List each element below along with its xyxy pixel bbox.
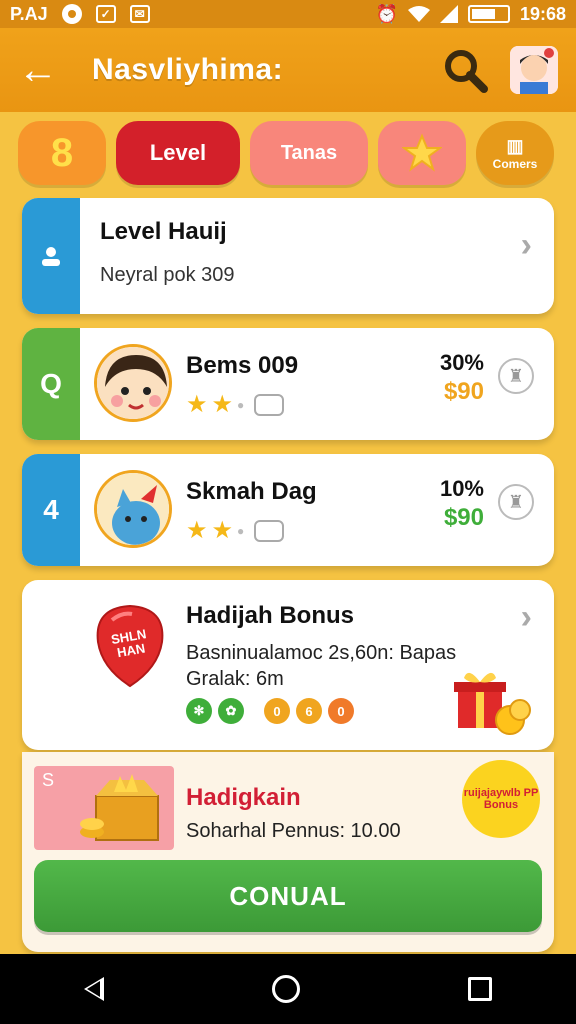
promo-thumbnail-label: S [42,770,55,790]
player-name: Skmah Dag [186,478,317,505]
chevron-right-icon: › [520,598,532,636]
player-avatar [94,470,172,548]
dot-icon: ● [237,397,245,412]
system-nav-bar [0,954,576,1024]
status-time-right: 19:68 [519,3,566,24]
star-icon: ★ [211,391,234,418]
player-card[interactable]: 4 Skmah Dag ★ ★ ● 10% $90 ♜ [22,454,554,566]
card-icon [254,393,285,416]
bonus-badges: ✻ ✿ 0 6 0 [186,698,354,724]
user-avatar[interactable] [510,46,558,94]
player-amount: $90 [443,504,484,531]
bonus-line-1: Basninualamoc 2s,60n: Bapas [186,642,457,664]
confirm-button[interactable]: CONUAL [34,860,542,932]
player-rank: 4 [22,454,80,566]
bonus-title: Hadijah Bonus [186,602,355,629]
tab-level[interactable]: Level [116,121,240,185]
player-rating: ★ ★ ● [186,516,285,545]
star-icon: ★ [186,517,208,544]
level-card-subtitle: Neyral pok 309 [100,264,235,286]
player-percent: 30% [439,350,484,375]
wifi-icon [407,6,430,22]
level-card-strip [22,198,80,314]
player-rating: ★ ★ ● [186,390,285,419]
player-card[interactable]: Q Bems 009 ★ ★ ● 30% $90 ♜ [22,328,554,440]
promo-subtitle: Soharhal Pennus: 10.00 [186,820,401,842]
bonus-seal-badge: ruijajaywlb PP Bonus [462,760,540,838]
treasure-chest-icon [80,774,159,841]
nav-back-icon[interactable] [84,977,104,1001]
status-bar: P.AJ ✓ ✉ ⏰ 19:68 [0,0,576,28]
bonus-badge: ✿ [218,698,244,724]
card-icon [254,519,285,542]
alarm-icon: ⏰ [375,3,398,24]
tab-comers-label: Comers [492,156,538,171]
signal-icon [439,5,458,23]
tab-comers[interactable]: ▥ Comers [476,121,554,185]
player-name: Bems 009 [186,352,299,379]
app-header: ← Nasvliyhima: [0,28,576,112]
app-notification-icon: ✓ [95,5,116,23]
tab-score[interactable]: 8 [18,121,106,185]
bonus-badge: ✻ [186,698,212,724]
level-card[interactable]: Level Hauij Neyral pok 309 › [22,198,554,314]
promo-card: S Hadigkain Soharhal Pennus: 10.00 ruija… [22,752,554,952]
trophy-icon[interactable]: ♜ [498,484,534,520]
bonus-badge: 0 [328,698,354,724]
gift-icon [454,666,532,736]
star-icon: ★ [211,517,234,544]
bonus-badge: 6 [296,698,322,724]
trophy-icon[interactable]: ♜ [498,358,534,394]
back-arrow-icon[interactable]: ← [18,48,62,93]
chevron-right-icon: › [520,226,532,264]
tab-favorites[interactable] [378,121,466,185]
player-percent: 10% [439,476,484,501]
dot-icon: ● [237,523,245,538]
page-title: Nasvliyhima: [92,53,284,86]
battery-icon [467,5,510,23]
tab-bar: 8 Level Tanas ▥ Comers [18,118,562,188]
mail-icon: ✉ [129,5,150,23]
notification-icon [61,4,82,24]
nav-home-icon[interactable] [272,975,300,1003]
player-avatar [94,344,172,422]
search-icon[interactable] [442,47,488,93]
promo-thumbnail: S [34,766,174,850]
star-icon [402,133,442,172]
player-rank: Q [22,328,80,440]
status-time-left: P.AJ [10,3,48,24]
tab-tanas[interactable]: Tanas [250,121,368,185]
level-card-title: Level Hauij [100,218,227,245]
nav-recents-icon[interactable] [468,977,492,1001]
bonus-balloon-icon: SHLN HAN [92,602,168,690]
bonus-badge: 0 [264,698,290,724]
user-icon [42,247,60,266]
ranking-icon: ▥ [506,135,524,156]
promo-title: Hadigkain [186,784,301,811]
player-amount: $90 [443,378,484,405]
bonus-line-2: Gralak: 6m [186,668,284,690]
star-icon: ★ [186,391,208,418]
bonus-card[interactable]: SHLN HAN Hadijah Bonus Basninualamoc 2s,… [22,580,554,750]
